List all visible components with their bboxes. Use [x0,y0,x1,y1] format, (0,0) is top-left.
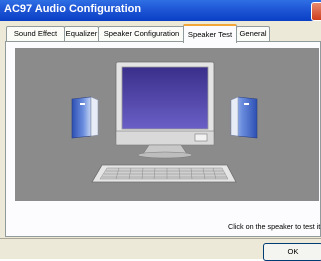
tab-general[interactable]: General [236,26,270,41]
keyboard-icon [91,164,237,183]
monitor-icon [115,61,215,159]
tab-sound-effect[interactable]: Sound Effect [6,26,65,41]
window-title: AC97 Audio Configuration [4,3,142,15]
title-bar[interactable]: AC97 Audio Configuration [0,0,321,21]
right-speaker-icon[interactable] [230,96,258,139]
instruction-text: Click on the speaker to test it ... [228,222,321,231]
ok-button[interactable]: OK [263,243,321,261]
divider [0,238,321,239]
tab-equalizer[interactable]: Equalizer [64,26,99,41]
close-button[interactable] [311,2,321,21]
dialog-window: AC97 Audio Configuration Sound Effect Eq… [0,0,321,261]
tab-speaker-configuration[interactable]: Speaker Configuration [98,26,185,41]
left-speaker-icon[interactable] [71,96,99,139]
speaker-test-stage [15,48,319,201]
tab-speaker-test[interactable]: Speaker Test [183,24,237,43]
